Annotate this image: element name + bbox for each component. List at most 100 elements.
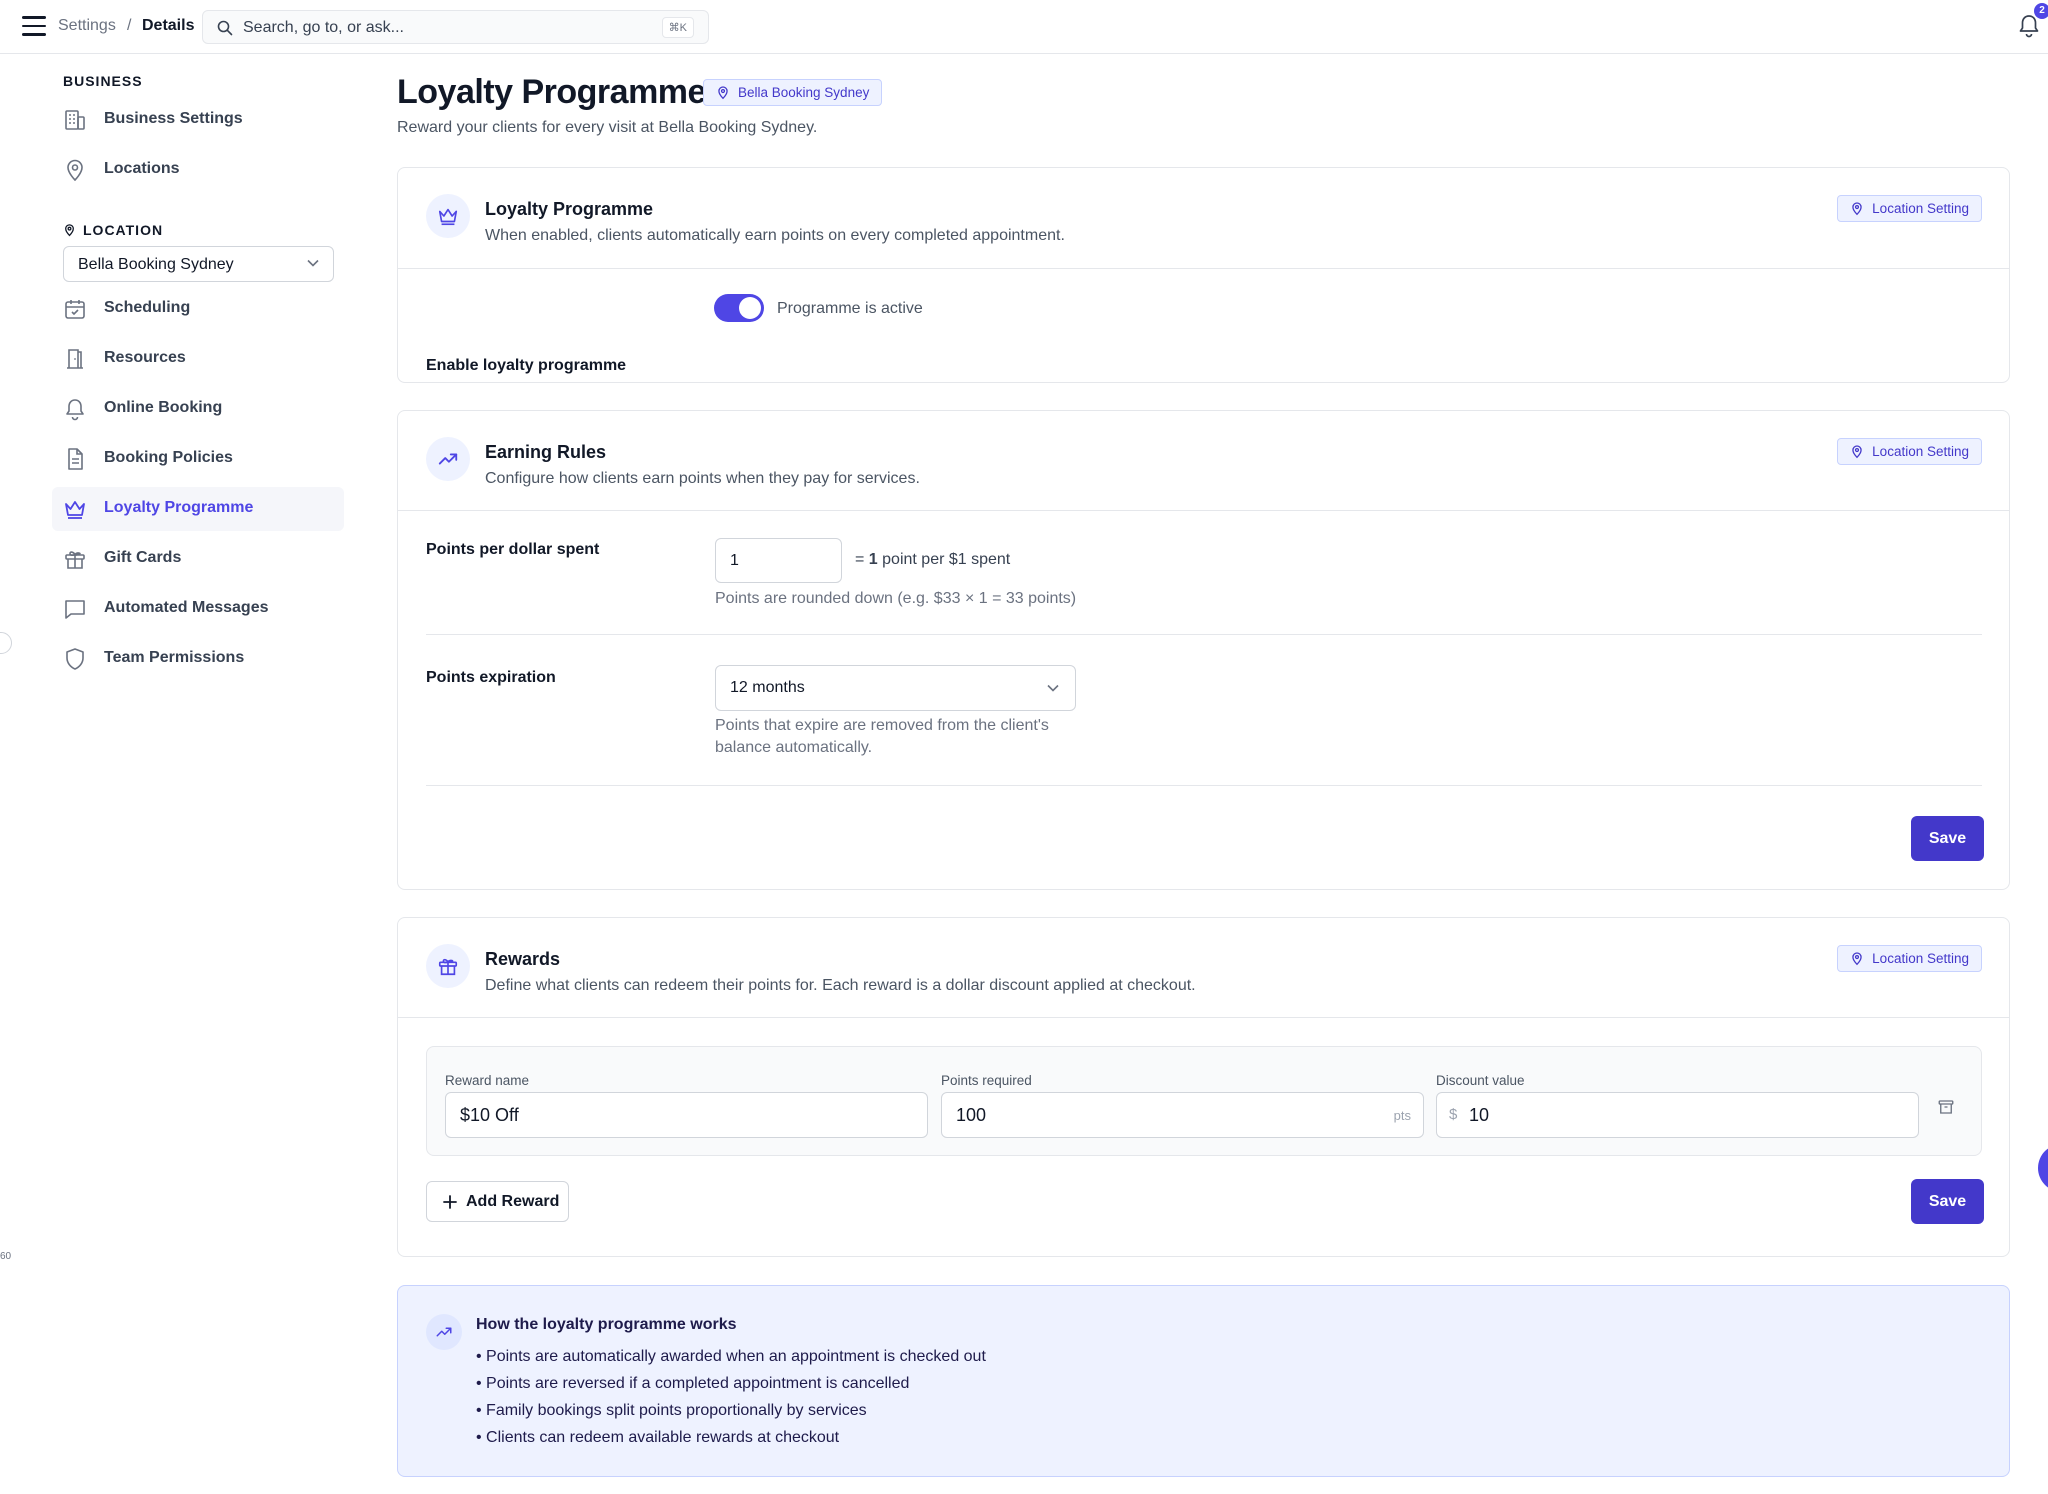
search-input[interactable]: Search, go to, or ask... ⌘K — [202, 10, 709, 44]
sidebar-item-automated-messages[interactable]: Automated Messages — [52, 587, 344, 631]
save-earning-rules-button[interactable]: Save — [1911, 816, 1984, 861]
sidebar-item-label: Online Booking — [104, 399, 223, 416]
sidebar-item-online-booking[interactable]: Online Booking — [52, 387, 344, 431]
discount-value-input[interactable]: $ 10 — [1436, 1092, 1919, 1138]
card-title: Loyalty Programme — [485, 199, 654, 219]
map-pin-icon — [67, 159, 83, 182]
divider — [426, 785, 1982, 786]
points-expiration-value: 12 months — [730, 679, 805, 696]
add-reward-button[interactable]: Add Reward — [426, 1181, 569, 1222]
card-icon — [426, 944, 470, 988]
points-required-label: Points required — [941, 1073, 1032, 1088]
archive-icon[interactable] — [1937, 1098, 1955, 1116]
location-setting-label: Location Setting — [1872, 951, 1969, 966]
crown-icon — [65, 501, 85, 519]
toggle-knob — [739, 297, 761, 319]
points-per-dollar-label: Points per dollar spent — [426, 541, 600, 558]
currency-prefix: $ — [1449, 1106, 1458, 1123]
card-icon — [426, 437, 470, 481]
door-icon — [67, 349, 83, 369]
top-bar: Settings / Details Search, go to, or ask… — [0, 0, 2048, 54]
save-rewards-button[interactable]: Save — [1911, 1179, 1984, 1224]
card-description: Configure how clients earn points when t… — [485, 470, 920, 487]
chevron-down-icon — [307, 259, 319, 267]
sidebar-item-scheduling[interactable]: Scheduling — [52, 287, 344, 331]
sidebar-item-business-settings[interactable]: Business Settings — [52, 98, 344, 142]
toggle-status-text: Programme is active — [777, 300, 923, 317]
calendar-check-icon — [65, 300, 85, 319]
reward-name-input[interactable]: $10 Off — [445, 1092, 928, 1138]
card-title: Earning Rules — [485, 442, 607, 462]
reward-name-value: $10 Off — [460, 1105, 519, 1125]
loyalty-programme-card: Loyalty Programme When enabled, clients … — [397, 167, 2010, 383]
plus-icon — [443, 1195, 457, 1209]
sidebar-item-label: Locations — [104, 160, 180, 177]
search-icon — [217, 20, 233, 36]
card-header: Rewards Define what clients can redeem t… — [398, 918, 2009, 1018]
sidebar-item-label: Business Settings — [104, 110, 243, 127]
discount-value: 10 — [1469, 1105, 1490, 1125]
points-suffix: pts — [1393, 1108, 1411, 1123]
reward-row: Reward name $10 Off Points required 100 … — [426, 1046, 1982, 1156]
location-badge-label: Bella Booking Sydney — [738, 85, 870, 100]
location-setting-badge: Location Setting — [1837, 195, 1982, 222]
sidebar-item-label: Booking Policies — [104, 449, 233, 466]
trending-up-icon — [438, 453, 458, 465]
points-equation-value: 1 — [868, 551, 878, 568]
building-icon — [65, 110, 85, 130]
enable-loyalty-toggle[interactable] — [714, 294, 764, 322]
how-it-works-item: • Clients can redeem available rewards a… — [476, 1429, 840, 1446]
card-description: Define what clients can redeem their poi… — [485, 977, 1196, 994]
document-icon — [68, 448, 83, 470]
sidebar-item-locations[interactable]: Locations — [52, 148, 344, 192]
points-rounding-hint: Points are rounded down (e.g. $33 × 1 = … — [715, 590, 1077, 607]
location-setting-badge: Location Setting — [1837, 945, 1982, 972]
card-icon — [426, 1314, 462, 1350]
sidebar-item-team-permissions[interactable]: Team Permissions — [52, 637, 344, 681]
location-section-heading: LOCATION — [83, 222, 164, 238]
notification-count-badge: 2 — [2034, 3, 2048, 19]
card-header: Earning Rules Configure how clients earn… — [398, 411, 2009, 511]
points-per-dollar-input[interactable]: 1 — [715, 538, 842, 583]
search-shortcut: ⌘K — [661, 17, 694, 38]
discount-value-label: Discount value — [1436, 1073, 1525, 1088]
chevron-down-icon — [1047, 684, 1059, 692]
search-placeholder: Search, go to, or ask... — [243, 19, 404, 36]
breadcrumb-settings[interactable]: Settings — [58, 17, 116, 35]
breadcrumb-separator: / — [127, 17, 132, 34]
sidebar-collapse-handle[interactable] — [0, 632, 12, 654]
page-subtitle: Reward your clients for every visit at B… — [397, 119, 818, 136]
card-icon — [426, 194, 470, 238]
shield-icon — [66, 648, 84, 670]
sidebar-item-loyalty-programme[interactable]: Loyalty Programme — [52, 487, 344, 531]
sidebar-item-gift-cards[interactable]: Gift Cards — [52, 537, 344, 581]
how-it-works-card: How the loyalty programme works • Points… — [397, 1285, 2010, 1477]
map-pin-icon — [1852, 445, 1862, 459]
points-per-dollar-value: 1 — [730, 552, 739, 569]
card-title: Rewards — [485, 949, 561, 969]
menu-icon[interactable] — [22, 16, 46, 36]
gift-icon — [438, 958, 458, 976]
points-equation-suffix: point per $1 spent — [877, 551, 1011, 568]
gift-icon — [65, 551, 85, 569]
reward-name-label: Reward name — [445, 1073, 530, 1088]
breadcrumb-current: Details — [142, 17, 195, 34]
business-section-heading: BUSINESS — [63, 73, 143, 89]
location-select[interactable]: Bella Booking Sydney — [63, 246, 334, 282]
trending-up-icon — [436, 1327, 452, 1337]
sidebar-item-resources[interactable]: Resources — [52, 337, 344, 381]
points-expiration-label: Points expiration — [426, 669, 556, 686]
sidebar-item-label: Loyalty Programme — [104, 499, 254, 516]
divider — [426, 634, 1982, 635]
expiration-hint-line1: Points that expire are removed from the … — [715, 717, 1049, 734]
location-setting-label: Location Setting — [1872, 444, 1969, 459]
location-badge: Bella Booking Sydney — [703, 79, 883, 106]
floating-action-button[interactable] — [2038, 1144, 2048, 1192]
points-required-value: 100 — [956, 1105, 987, 1125]
crown-icon — [438, 208, 458, 226]
points-required-input[interactable]: 100 pts — [941, 1092, 1424, 1138]
sidebar-item-booking-policies[interactable]: Booking Policies — [52, 437, 344, 481]
map-pin-icon — [1852, 952, 1862, 966]
points-expiration-select[interactable]: 12 months — [715, 665, 1076, 711]
enable-loyalty-label: Enable loyalty programme — [426, 357, 627, 374]
